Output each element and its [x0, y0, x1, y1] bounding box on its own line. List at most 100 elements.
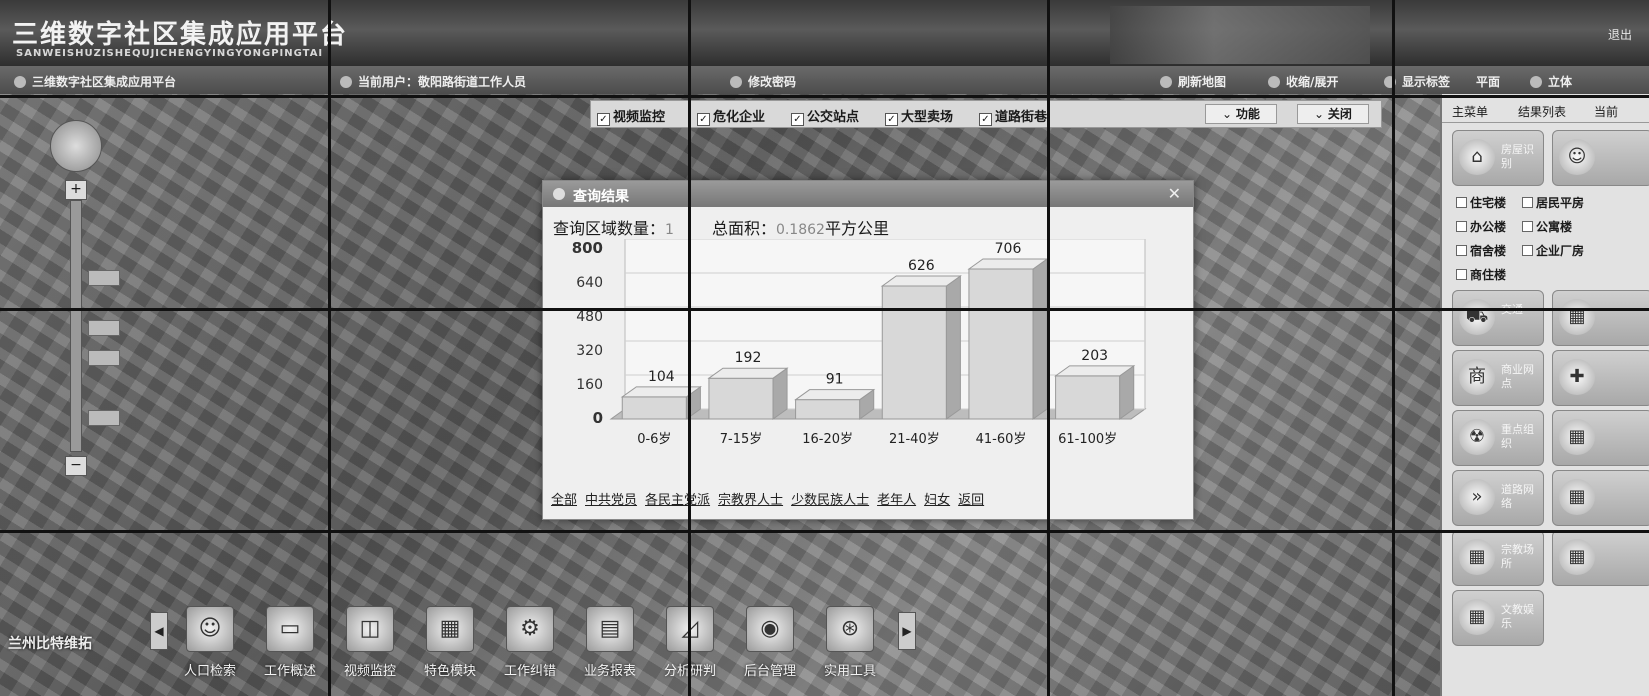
checkbox-icon[interactable]	[1522, 221, 1533, 232]
data-label: 104	[648, 369, 675, 385]
road-network-button[interactable]: » 道路网络	[1452, 470, 1544, 526]
checkbox-icon[interactable]: ✓	[885, 113, 898, 126]
function-button[interactable]: ⌄ 功能	[1205, 104, 1277, 124]
filter-link[interactable]: 老年人	[877, 493, 916, 508]
dock-item[interactable]: ☺ 人口检索	[172, 606, 248, 686]
key-organization-button[interactable]: ☢ 重点组织	[1452, 410, 1544, 466]
screen-seam	[1047, 0, 1050, 696]
checkbox-icon[interactable]	[1456, 197, 1467, 208]
key-organization-label: 重点组织	[1501, 423, 1534, 450]
dock-item[interactable]: ◫ 视频监控	[332, 606, 408, 686]
panel-button-extra[interactable]: ▦	[1552, 470, 1649, 526]
building-type-check[interactable]: 商住楼	[1456, 266, 1506, 283]
layer-roads[interactable]: ✓ 道路街巷	[979, 106, 1047, 126]
logout-button[interactable]: 退出	[1608, 26, 1632, 43]
tab-main-menu[interactable]: 主菜单	[1452, 103, 1488, 120]
dock-item-label: 实用工具	[823, 664, 876, 679]
zoom-slider-track[interactable]	[70, 200, 82, 452]
zoom-in-button[interactable]: +	[65, 180, 87, 200]
layer-malls[interactable]: ✓ 大型卖场	[885, 106, 953, 126]
building-type-check[interactable]: 宿舍楼	[1456, 242, 1506, 259]
commercial-outlets-label: 商业网点	[1501, 363, 1534, 390]
tab-current[interactable]: 当前	[1594, 103, 1618, 120]
layer-bus-stops[interactable]: ✓ 公交站点	[791, 106, 859, 126]
flat-view-button[interactable]: 平面	[1476, 73, 1500, 90]
tab-result-list[interactable]: 结果列表	[1518, 103, 1566, 120]
checkbox-icon[interactable]: ✓	[791, 113, 804, 126]
layer-hazchem[interactable]: ✓ 危化企业	[697, 106, 765, 126]
traffic-button[interactable]: ⛟交通	[1452, 290, 1544, 346]
checkbox-icon[interactable]: ✓	[979, 113, 992, 126]
filter-link[interactable]: 宗教界人士	[718, 493, 783, 508]
zoom-level-tag[interactable]	[88, 350, 120, 366]
shield-icon	[730, 76, 742, 88]
bar-top	[880, 275, 962, 287]
dock-item[interactable]: ▤ 业务报表	[572, 606, 648, 686]
filter-link[interactable]: 全部	[551, 493, 577, 508]
collapse-icon	[1268, 76, 1280, 88]
building-type-check[interactable]: 企业厂房	[1522, 242, 1584, 259]
refresh-icon	[1160, 76, 1172, 88]
bar-top	[967, 258, 1049, 270]
building-type-label: 公寓楼	[1536, 220, 1573, 234]
checkbox-icon[interactable]: ✓	[597, 113, 610, 126]
religious-sites-label: 宗教场所	[1501, 543, 1534, 570]
road-network-label: 道路网络	[1501, 483, 1534, 510]
building-type-check[interactable]: 办公楼	[1456, 218, 1506, 235]
shop-icon: 商	[1459, 359, 1495, 395]
pan-control-pad[interactable]	[50, 120, 102, 172]
people-button[interactable]: ☺	[1552, 130, 1649, 186]
filter-link[interactable]: 各民主党派	[645, 493, 710, 508]
checkbox-icon[interactable]	[1456, 245, 1467, 256]
filter-link[interactable]: 返回	[958, 493, 984, 508]
zoom-out-button[interactable]: −	[65, 456, 87, 476]
building-type-check[interactable]: 公寓楼	[1522, 218, 1572, 235]
medical-button[interactable]: ✚	[1552, 350, 1649, 406]
close-layers-button[interactable]: ⌄ 关闭	[1297, 104, 1369, 124]
checkbox-icon[interactable]	[1456, 269, 1467, 280]
screen-seam	[328, 0, 331, 696]
stereo-view-button[interactable]: 立体	[1530, 73, 1572, 90]
app-header: 三维数字社区集成应用平台 SANWEISHUZISHEQUJICHENGYING…	[0, 0, 1649, 66]
layer-label: 危化企业	[713, 110, 766, 125]
dock-scroll-right-icon[interactable]: ▶	[898, 612, 916, 650]
layer-label: 视频监控	[613, 110, 666, 125]
building-type-check[interactable]: 居民平房	[1522, 194, 1584, 211]
user-icon	[340, 76, 352, 88]
filter-link[interactable]: 中共党员	[585, 493, 637, 508]
zoom-level-tag[interactable]	[88, 320, 120, 336]
dock-item[interactable]: ◉ 后台管理	[732, 606, 808, 686]
house-icon: ⌂	[1459, 139, 1495, 175]
dock-item[interactable]: ▭ 工作概述	[252, 606, 328, 686]
commercial-outlets-button[interactable]: 商商业网点	[1452, 350, 1544, 406]
dock-item[interactable]: ▦ 特色模块	[412, 606, 488, 686]
zoom-level-tag[interactable]	[88, 270, 120, 286]
dock-scroll-left-icon[interactable]: ◀	[150, 612, 168, 650]
change-password-link[interactable]: 修改密码	[730, 73, 796, 90]
culture-education-button[interactable]: ▦ 文教娱乐	[1452, 590, 1544, 646]
checkbox-icon[interactable]	[1456, 221, 1467, 232]
religious-sites-button[interactable]: ▦ 宗教场所	[1452, 530, 1544, 586]
checkbox-icon[interactable]: ✓	[697, 113, 710, 126]
dock-item[interactable]: ⊛ 实用工具	[812, 606, 888, 686]
layer-video-monitor[interactable]: ✓ 视频监控	[597, 106, 665, 126]
filter-link[interactable]: 妇女	[924, 493, 950, 508]
layer-label: 大型卖场	[901, 110, 954, 125]
panel-button-extra[interactable]: ▦	[1552, 530, 1649, 586]
house-identify-button[interactable]: ⌂ 房屋识别	[1452, 130, 1544, 186]
panel-button-extra[interactable]: ▦	[1552, 410, 1649, 466]
building-type-check[interactable]: 住宅楼	[1456, 194, 1506, 211]
breadcrumb-label: 三维数字社区集成应用平台	[32, 75, 177, 89]
dock-item[interactable]: ⚙ 工作纠错	[492, 606, 568, 686]
panel-button-extra[interactable]: ▦	[1552, 290, 1649, 346]
refresh-map-button[interactable]: 刷新地图	[1160, 73, 1226, 90]
bar	[621, 396, 687, 420]
checkbox-icon[interactable]	[1522, 197, 1533, 208]
collapse-button[interactable]: 收缩/展开	[1268, 73, 1338, 90]
building-type-label: 商住楼	[1470, 268, 1507, 282]
zoom-level-tag[interactable]	[88, 410, 120, 426]
checkbox-icon[interactable]	[1522, 245, 1533, 256]
close-icon[interactable]: ✕	[1168, 184, 1181, 203]
filter-link[interactable]: 少数民族人士	[791, 493, 869, 508]
breadcrumb[interactable]: 三维数字社区集成应用平台	[14, 73, 176, 90]
